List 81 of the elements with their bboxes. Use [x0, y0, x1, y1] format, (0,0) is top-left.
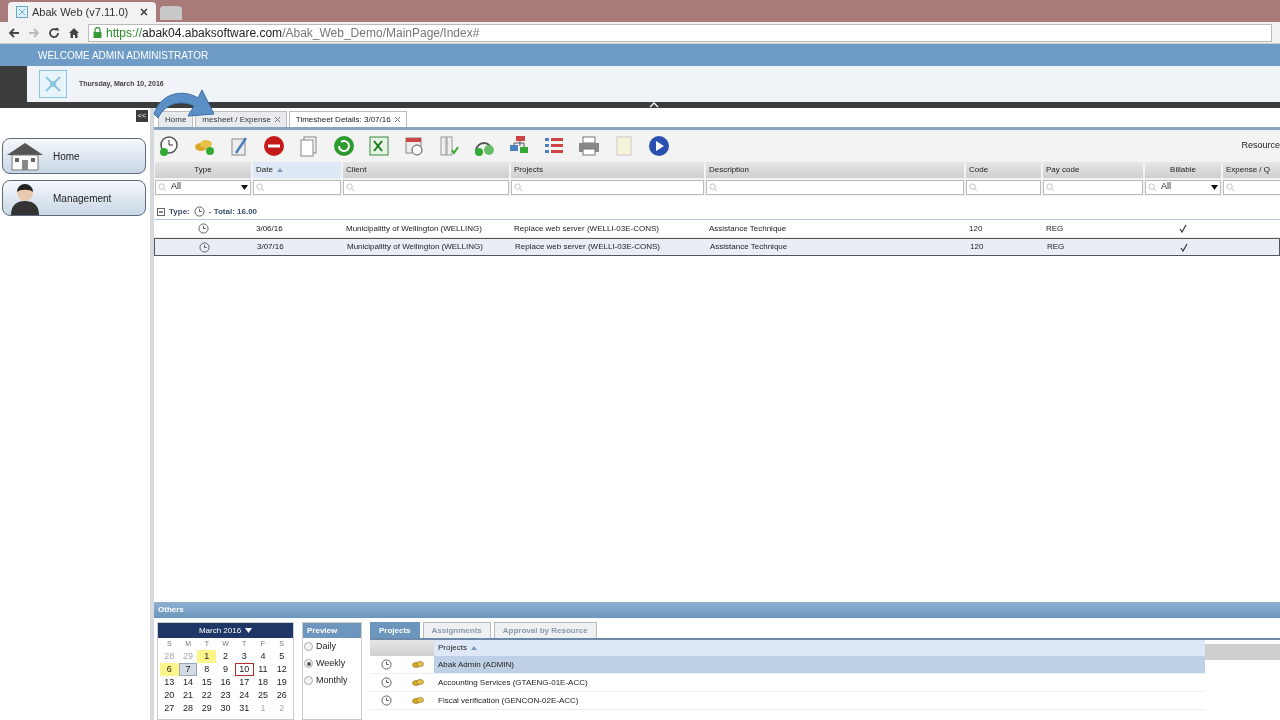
calendar-day[interactable]: 13: [160, 676, 179, 689]
table-cell: 3/07/16: [257, 241, 284, 253]
calendar-day[interactable]: 15: [197, 676, 217, 689]
calendar-day[interactable]: 4: [253, 650, 273, 663]
calendar-day[interactable]: 8: [197, 663, 217, 676]
calendar-day[interactable]: 5: [272, 650, 291, 663]
calendar-day[interactable]: 17: [234, 676, 254, 689]
project-name: Fiscal verification (GENCON-02E-ACC): [438, 694, 579, 707]
column-header[interactable]: Billable: [1145, 162, 1221, 178]
calendar-day[interactable]: 28: [178, 702, 198, 715]
radio-label: Weekly: [316, 656, 346, 670]
calendar-day[interactable]: 19: [272, 676, 291, 689]
calendar-day[interactable]: 12: [272, 663, 291, 676]
filter-dropdown[interactable]: All: [155, 179, 251, 195]
calendar-day[interactable]: 10: [234, 663, 254, 676]
calendar-day[interactable]: 22: [197, 689, 217, 702]
radio-label: Daily: [316, 639, 336, 653]
column-header[interactable]: Projects: [434, 640, 1205, 656]
column-header[interactable]: Client: [343, 162, 509, 178]
column-header[interactable]: Date: [253, 162, 341, 178]
column-header[interactable]: Pay code: [1043, 162, 1143, 178]
calendar-day[interactable]: 26: [272, 689, 291, 702]
calendar-day[interactable]: 9: [216, 663, 235, 676]
url-text: https://abak04.abaksoftware.com/Abak_Web_Demo/MainPage/Index#: [106, 24, 480, 42]
panel-title: Others: [158, 604, 184, 616]
calendar-day[interactable]: 3: [234, 650, 254, 663]
table-cell: REG: [1046, 222, 1064, 235]
calendar-day[interactable]: 21: [178, 689, 198, 702]
browser-tab[interactable]: Abak Web (v7.11.0): [8, 2, 156, 22]
calendar-day[interactable]: 23: [216, 689, 235, 702]
table-cell: Replace web server (WELLI-03E-CONS): [514, 222, 659, 235]
project-row[interactable]: Fiscal verification (GENCON-02E-ACC): [370, 692, 1205, 710]
calendar-day[interactable]: 14: [178, 676, 198, 689]
table-row[interactable]: 3/07/16 Municipalitty of Wellington (WELLING) Replace web server (WELLI-03E-CONS) Assistance Technique 120 REG: [154, 238, 1280, 256]
calendar-month-button[interactable]: March 2016: [158, 623, 293, 638]
column-header[interactable]: Code: [966, 162, 1041, 178]
browser-tab-title: Abak Web (v7.11.0): [32, 4, 130, 20]
table-cell: 120: [970, 241, 984, 253]
sidebar-item[interactable]: Management: [2, 180, 146, 216]
resource-label: Resource: [1241, 139, 1280, 153]
project-name: Accounting Services (GTAENG-01E-ACC): [438, 676, 588, 689]
radio-label: Monthly: [316, 673, 348, 687]
calendar-day[interactable]: 16: [216, 676, 235, 689]
welcome-text: WELCOME ADMIN ADMINISTRATOR: [38, 48, 209, 63]
table-cell: Municipalitty of Wellington (WELLING): [346, 222, 482, 235]
column-header[interactable]: Type: [155, 162, 251, 178]
column-header[interactable]: Projects: [511, 162, 704, 178]
project-name: Abak Admin (ADMIN): [438, 658, 515, 671]
calendar-day[interactable]: 1: [197, 650, 217, 663]
group-label: Type:: [169, 205, 190, 218]
calendar-day[interactable]: 18: [253, 676, 273, 689]
column-header[interactable]: Description: [706, 162, 964, 178]
group-total: - Total: 16.00: [208, 205, 258, 218]
table-cell: Assistance Technique: [709, 222, 787, 235]
tab[interactable]: Timesheet Details: 3/07/16: [288, 111, 407, 127]
sidebar-item-label: Management: [53, 191, 112, 206]
sidebar-item-label: Home: [53, 149, 80, 164]
calendar-day[interactable]: 29: [197, 702, 217, 715]
column-header[interactable]: Expense / Q: [1223, 162, 1280, 178]
table-cell: 3/06/16: [256, 222, 283, 235]
calendar-day[interactable]: 20: [160, 689, 179, 702]
calendar-day[interactable]: 6: [160, 663, 179, 676]
filter-dropdown[interactable]: All: [1145, 179, 1221, 195]
calendar-day[interactable]: 30: [216, 702, 235, 715]
calendar-day[interactable]: 24: [234, 689, 254, 702]
calendar-day[interactable]: 27: [160, 702, 179, 715]
table-cell: REG: [1047, 241, 1065, 253]
project-row[interactable]: Accounting Services (GTAENG-01E-ACC): [370, 674, 1205, 692]
tab[interactable]: Home: [158, 111, 194, 127]
preview-title: Preview: [307, 624, 338, 637]
table-cell: Replace web server (WELLI-03E-CONS): [515, 241, 660, 253]
tab[interactable]: mesheet / Expense: [195, 111, 287, 127]
address-bar[interactable]: https://abak04.abaksoftware.com/Abak_Web_Demo/MainPage/Index#: [88, 23, 1272, 42]
table-cell: Municipalitty of Wellington (WELLING): [347, 241, 483, 253]
table-cell: Assistance Technique: [710, 241, 788, 253]
calendar-day[interactable]: 11: [253, 663, 273, 676]
table-cell: 120: [969, 222, 983, 235]
sidebar-item[interactable]: Home: [2, 138, 146, 174]
calendar-day[interactable]: 31: [234, 702, 254, 715]
calendar-day[interactable]: 25: [253, 689, 273, 702]
calendar-day[interactable]: 2: [216, 650, 235, 663]
